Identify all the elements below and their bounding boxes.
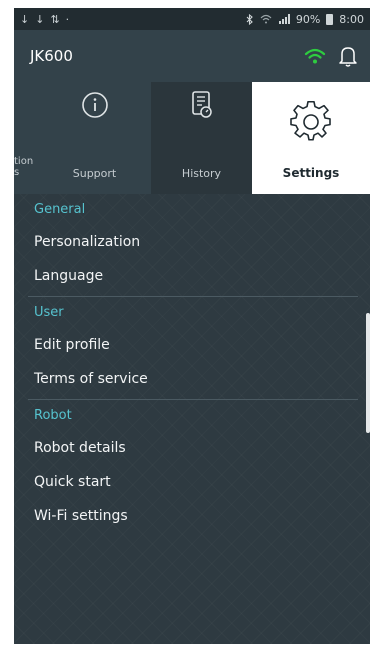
tab-support[interactable]: Support — [38, 82, 151, 194]
tab-settings-label: Settings — [282, 166, 340, 180]
app-bar: JK600 — [14, 30, 370, 82]
tab-history[interactable]: History — [151, 82, 252, 194]
tab-partial-label: tion s — [14, 156, 34, 178]
dot-icon: · — [65, 12, 70, 26]
settings-menu: General Personalization Language User Ed… — [14, 194, 370, 533]
wifi-icon[interactable] — [304, 47, 326, 65]
tab-settings[interactable]: Settings — [252, 82, 370, 194]
tab-history-label: History — [181, 167, 222, 180]
tab-partial[interactable]: tion s — [14, 82, 38, 194]
status-right: 90% 8:00 — [246, 13, 364, 26]
history-log-icon — [191, 91, 212, 118]
info-icon — [81, 92, 108, 118]
bell-icon[interactable] — [338, 45, 358, 67]
gear-icon — [290, 101, 331, 141]
battery-percent: 90% — [295, 12, 321, 26]
status-bar: ↓ ↓ ⇅ · 90% 8:00 — [14, 8, 370, 30]
status-left: ↓ ↓ ⇅ · — [20, 13, 69, 26]
clock: 8:00 — [339, 12, 364, 26]
wifi-status-icon — [260, 14, 272, 24]
appbar-icons — [304, 45, 358, 67]
menu-item-robot-details[interactable]: Robot details — [14, 431, 370, 465]
signal-icon — [278, 14, 290, 24]
menu-item-personalization[interactable]: Personalization — [14, 225, 370, 259]
section-header-general: General — [34, 202, 86, 217]
scrollbar[interactable] — [366, 313, 370, 433]
tab-bar: tion s Support History Settings — [14, 82, 370, 194]
download-icon: ↓ — [35, 12, 45, 26]
bluetooth-icon — [246, 13, 253, 25]
device-title: JK600 — [30, 47, 73, 65]
menu-item-quick-start[interactable]: Quick start — [14, 465, 370, 499]
section-header-user: User — [34, 305, 64, 320]
menu-item-wifi-settings[interactable]: Wi-Fi settings — [14, 499, 370, 533]
menu-item-edit-profile[interactable]: Edit profile — [14, 328, 370, 362]
sync-icon: ⇅ — [50, 12, 60, 26]
section-header-robot: Robot — [34, 408, 72, 423]
download-icon: ↓ — [20, 12, 30, 26]
battery-icon — [326, 13, 334, 25]
menu-item-terms-of-service[interactable]: Terms of service — [14, 362, 370, 396]
menu-item-language[interactable]: Language — [14, 259, 370, 293]
tab-support-label: Support — [72, 167, 117, 180]
app-screen: ↓ ↓ ⇅ · 90% 8:00 JK600 tion s Support Hi… — [14, 8, 370, 644]
